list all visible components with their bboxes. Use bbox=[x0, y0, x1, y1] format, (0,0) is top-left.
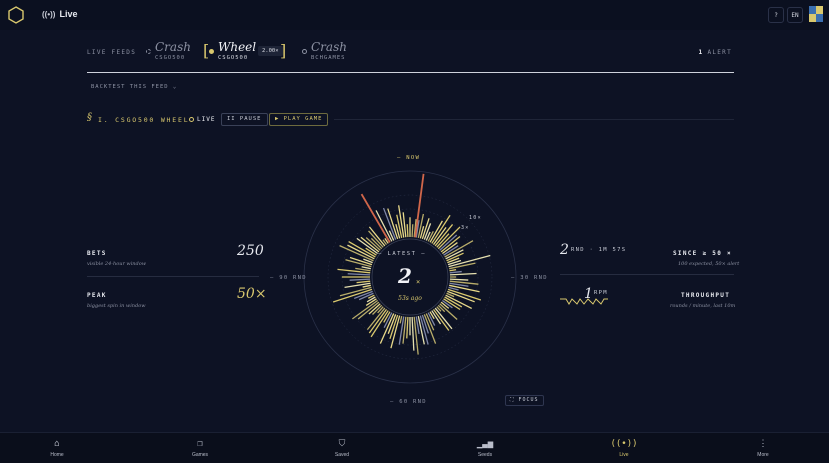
latest-multiplier-symbol: × bbox=[416, 278, 421, 286]
nav-more[interactable]: ⋮ More bbox=[733, 438, 793, 458]
latest-ago: 53s ago bbox=[398, 295, 422, 302]
section-rule bbox=[334, 119, 734, 120]
peak-sub: biggest spin in window bbox=[87, 303, 146, 309]
wheel-spoke bbox=[449, 269, 457, 272]
focus-button[interactable]: ⛶ FOCUS bbox=[505, 395, 544, 406]
wheel-spoke bbox=[361, 266, 372, 270]
live-dot-icon bbox=[189, 117, 194, 122]
live-nav-link[interactable]: ((•)) Live bbox=[42, 9, 77, 19]
throughput-sub: rounds / minute, last 10m bbox=[670, 303, 736, 309]
wheel-spoke bbox=[411, 316, 415, 351]
feed-dot-icon bbox=[146, 49, 151, 54]
section-symbol: § bbox=[87, 112, 92, 123]
wheel-spoke bbox=[449, 270, 462, 274]
feed-tab-wheel-csgo500[interactable]: Wheel CSGO500 bbox=[218, 40, 256, 61]
home-icon: ⌂ bbox=[54, 439, 60, 449]
since-unit: RND · 1M 57S bbox=[571, 247, 627, 253]
wheel-spoke bbox=[432, 308, 450, 331]
peak-label: PEAK bbox=[87, 292, 107, 299]
wheel-spoke bbox=[411, 224, 414, 238]
nav-saved[interactable]: ⛉ Saved bbox=[312, 438, 372, 458]
nav-home[interactable]: ⌂ Home bbox=[27, 438, 87, 458]
wheel-spoke bbox=[406, 224, 409, 238]
wheel-spoke bbox=[399, 315, 403, 324]
wheel-spoke bbox=[332, 288, 373, 303]
games-icon: ❐ bbox=[197, 439, 203, 449]
now-label: — NOW bbox=[397, 155, 421, 161]
bets-label: BETS bbox=[87, 250, 107, 257]
bets-sub: visible 24-hour window bbox=[87, 261, 147, 267]
bars-icon: ▁▃▅ bbox=[476, 439, 494, 449]
wheel-spoke bbox=[406, 316, 409, 339]
alert-count[interactable]: 1 ALERT bbox=[699, 49, 732, 56]
stat-divider bbox=[87, 276, 259, 277]
wheel-spoke bbox=[449, 278, 469, 281]
throughput-label: THROUGHPUT bbox=[681, 292, 731, 299]
more-icon: ⋮ bbox=[758, 439, 768, 449]
wheel-hot-spoke bbox=[414, 173, 425, 238]
peak-value: 50× bbox=[237, 286, 267, 302]
wheel-spoke bbox=[362, 284, 372, 288]
feeds-divider bbox=[87, 72, 734, 73]
bookmark-icon: ⛉ bbox=[338, 439, 346, 449]
live-feeds-bar: LIVE FEEDS Crash CSGO500 [ Wheel CSGO500… bbox=[87, 40, 734, 72]
active-feed-dot-icon bbox=[209, 49, 214, 54]
nav-live[interactable]: ((•)) Live bbox=[594, 438, 654, 458]
bets-value: 250 bbox=[237, 243, 264, 259]
play-game-button[interactable]: ▶ PLAY GAME bbox=[269, 113, 329, 126]
feed-dot-icon bbox=[302, 49, 307, 54]
ninety-rounds-label: — 90 RND bbox=[270, 275, 307, 281]
language-button[interactable]: EN bbox=[787, 7, 803, 23]
ring-three-label: 3× bbox=[461, 225, 470, 231]
wheel-spoke bbox=[437, 304, 446, 313]
feed-tab-crash-csgo500[interactable]: Crash CSGO500 bbox=[146, 40, 191, 61]
help-icon: ? bbox=[774, 11, 778, 19]
since-value: 2 bbox=[560, 242, 569, 258]
broadcast-icon: ((•)) bbox=[610, 439, 638, 449]
wheel-spoke bbox=[349, 278, 371, 281]
section-title: I. CSGO500 WHEEL bbox=[98, 116, 190, 124]
since-sub: 100 expected, 50× alert bbox=[678, 261, 740, 267]
wheel-spoke bbox=[449, 272, 477, 276]
sixty-rounds-label: — 60 RND bbox=[390, 399, 427, 405]
nav-games[interactable]: ❐ Games bbox=[170, 438, 230, 458]
feed-tab-crash-bchgames[interactable]: Crash BCHGAMES bbox=[302, 40, 347, 61]
feed-multiplier-badge: 2.00× bbox=[258, 46, 283, 56]
broadcast-icon: ((•)) bbox=[42, 10, 56, 19]
stat-divider bbox=[560, 274, 734, 275]
live-feeds-label: LIVE FEEDS bbox=[87, 49, 137, 56]
bracket-right-icon: ] bbox=[280, 41, 287, 60]
hexagon-logo-icon[interactable] bbox=[8, 6, 24, 24]
bottom-nav: ⌂ Home ❐ Games ⛉ Saved ▁▃▅ Seeds ((•)) L… bbox=[0, 432, 829, 463]
help-button[interactable]: ? bbox=[768, 7, 784, 23]
ring-ten-label: 10× bbox=[469, 215, 482, 221]
avatar[interactable] bbox=[809, 6, 823, 22]
latest-label: — LATEST — bbox=[377, 251, 427, 257]
nav-seeds[interactable]: ▁▃▅ Seeds bbox=[455, 438, 515, 458]
wheel-spoke bbox=[356, 280, 371, 284]
backtest-feed-dropdown[interactable]: BACKTEST THIS FEED ⌄ bbox=[91, 84, 177, 90]
throughput-sparkline bbox=[560, 298, 608, 305]
live-indicator: LIVE bbox=[189, 116, 215, 123]
since-label: SINCE ≥ 50 × bbox=[673, 250, 732, 257]
section-header: § I. CSGO500 WHEEL LIVE II PAUSE ▶ PLAY … bbox=[87, 112, 734, 127]
wheel-spoke bbox=[347, 273, 371, 276]
top-bar: ((•)) Live ? EN bbox=[0, 0, 829, 30]
thirty-rounds-label: — 30 RND bbox=[511, 275, 548, 281]
pause-button[interactable]: II PAUSE bbox=[221, 113, 268, 126]
